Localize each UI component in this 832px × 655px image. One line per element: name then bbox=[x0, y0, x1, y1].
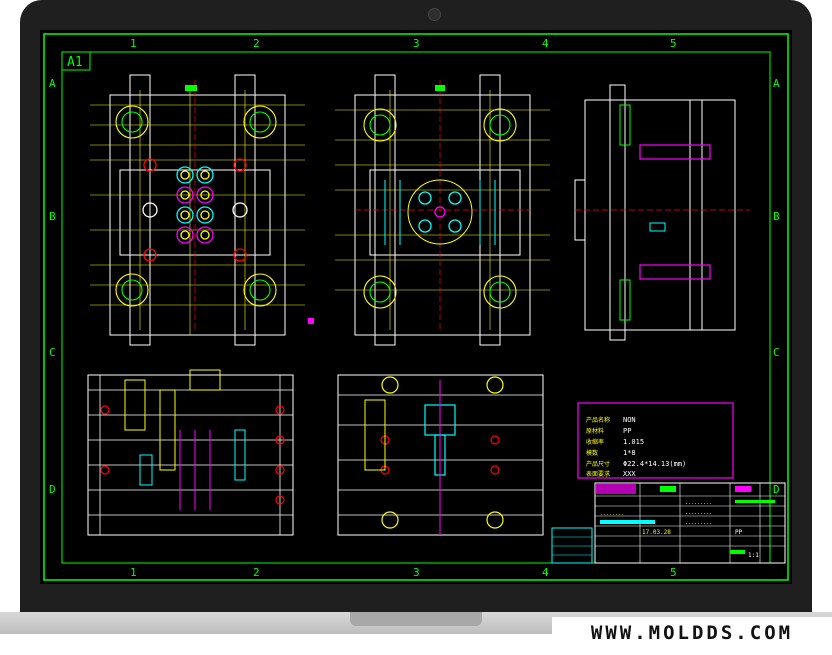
zone-row-right-A: A bbox=[773, 77, 780, 90]
title-scale: 1:1 bbox=[748, 552, 759, 559]
section-view-1 bbox=[87, 369, 294, 536]
section-view-2 bbox=[337, 374, 544, 536]
zone-row-right-D: D bbox=[773, 483, 780, 496]
title-block: ......... ......... ......... PP .......… bbox=[551, 482, 786, 564]
zone-col-top-3: 3 bbox=[413, 37, 420, 50]
zone-col-top-1: 1 bbox=[130, 37, 137, 50]
svg-text:.........: ......... bbox=[685, 500, 712, 506]
notes-box: 产品名称 NON 原材料 PP 收缩率 1.015 模数 1*8 产品尺寸 Φ2… bbox=[577, 402, 734, 479]
note-value-1: NON bbox=[623, 416, 636, 424]
note-label-3: 收缩率 bbox=[586, 438, 604, 446]
plan-view-2 bbox=[335, 74, 550, 346]
zone-col-bottom-5: 5 bbox=[670, 566, 677, 579]
sheet-size-label: A1 bbox=[67, 55, 83, 70]
zone-row-left-A: A bbox=[49, 77, 56, 90]
zone-row-right-B: B bbox=[773, 210, 780, 223]
zone-row-right-C: C bbox=[773, 346, 780, 359]
note-label-4: 模数 bbox=[586, 449, 598, 457]
webcam-icon bbox=[428, 8, 441, 21]
zone-col-top-2: 2 bbox=[253, 37, 260, 50]
note-label-2: 原材料 bbox=[586, 427, 604, 435]
cad-drawing: A1 1 1 2 2 3 3 4 4 5 5 A A B B C C D D 产品名称 NON 原材料 P… bbox=[43, 33, 789, 581]
cad-screen: A1 1 1 2 2 3 3 4 4 5 5 A A B B C C D D 产品名称 NON 原材料 PP 收缩… bbox=[40, 30, 792, 584]
svg-text:.........: ......... bbox=[685, 510, 712, 516]
outer-frame bbox=[43, 33, 789, 581]
note-value-4: 1*8 bbox=[623, 449, 636, 457]
zone-col-bottom-2: 2 bbox=[253, 566, 260, 579]
zone-col-bottom-3: 3 bbox=[413, 566, 420, 579]
svg-text:........: ........ bbox=[600, 511, 624, 517]
site-watermark: WWW.MOLDDS.COM bbox=[552, 617, 832, 649]
note-value-5: Φ22.4*14.13(mm) bbox=[623, 460, 686, 468]
note-label-1: 产品名称 bbox=[586, 416, 610, 424]
svg-text:.........: ......... bbox=[685, 520, 712, 526]
note-value-6: XXX bbox=[623, 470, 636, 478]
zone-row-left-D: D bbox=[49, 483, 56, 496]
plan-view-1 bbox=[90, 74, 314, 346]
side-view bbox=[574, 84, 750, 341]
zone-row-left-B: B bbox=[49, 210, 56, 223]
zone-col-top-5: 5 bbox=[670, 37, 677, 50]
note-value-2: PP bbox=[623, 427, 631, 435]
laptop-hinge-notch bbox=[350, 612, 482, 626]
title-date: 17.03.28 bbox=[642, 529, 671, 536]
zone-col-bottom-4: 4 bbox=[542, 566, 549, 579]
note-label-6: 表面要求 bbox=[586, 470, 610, 478]
title-material: PP bbox=[735, 529, 743, 536]
zone-col-top-4: 4 bbox=[542, 37, 549, 50]
zone-labels: 1 1 2 2 3 3 4 4 5 5 A A B B C C D D bbox=[49, 37, 780, 579]
note-label-5: 产品尺寸 bbox=[586, 460, 610, 468]
note-value-3: 1.015 bbox=[623, 438, 644, 446]
zone-col-bottom-1: 1 bbox=[130, 566, 137, 579]
zone-row-left-C: C bbox=[49, 346, 56, 359]
